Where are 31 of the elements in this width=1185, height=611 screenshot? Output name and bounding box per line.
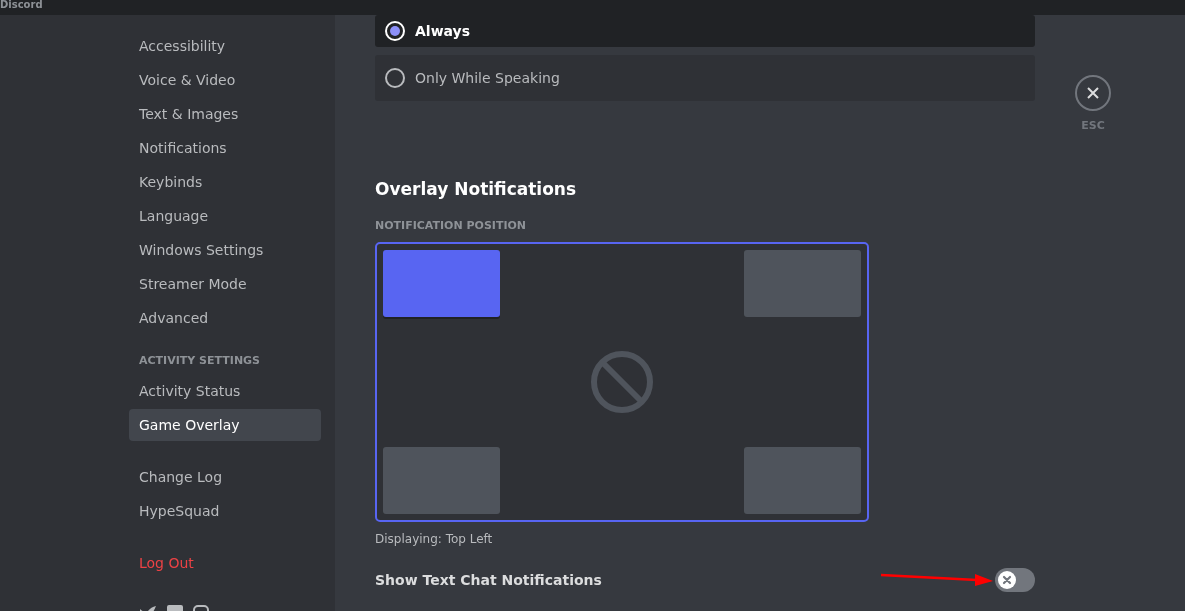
toggle-switch[interactable] xyxy=(995,568,1035,592)
sidebar-item[interactable]: Streamer Mode xyxy=(129,268,321,300)
sidebar-item[interactable]: Language xyxy=(129,200,321,232)
sidebar-item[interactable]: Text & Images xyxy=(129,98,321,130)
status-text: Displaying: Top Left xyxy=(375,532,494,546)
sidebar-item[interactable]: Advanced xyxy=(129,302,321,334)
position-slot[interactable] xyxy=(383,250,500,317)
section-header: ACTIVITY SETTINGS xyxy=(138,353,262,369)
position-slot[interactable] xyxy=(744,250,861,317)
radio-label: Always xyxy=(415,23,471,39)
sidebar-item[interactable]: Game Overlay xyxy=(129,409,321,441)
sidebar-item[interactable]: Accessibility xyxy=(129,30,321,62)
section-title: Overlay Notifications xyxy=(375,179,578,199)
position-slot[interactable] xyxy=(744,447,861,514)
sidebar-item[interactable]: Voice & Video xyxy=(129,64,321,96)
radio-option[interactable]: Always xyxy=(375,15,1035,47)
sidebar-item[interactable]: Windows Settings xyxy=(129,234,321,266)
sidebar-item[interactable]: Notifications xyxy=(129,132,321,164)
field-label: NOTIFICATION POSITION xyxy=(375,219,528,232)
window-title: Discord xyxy=(0,0,43,11)
x-icon xyxy=(1002,575,1012,585)
sidebar-item[interactable]: Change Log xyxy=(129,461,321,493)
close-icon[interactable] xyxy=(1075,75,1111,111)
radio-label: Only While Speaking xyxy=(415,70,560,86)
position-slot[interactable] xyxy=(383,447,500,514)
sidebar-item[interactable]: Activity Status xyxy=(129,375,321,407)
esc-label: ESC xyxy=(1081,119,1105,132)
sidebar-item[interactable]: Keybinds xyxy=(129,166,321,198)
sidebar-item[interactable]: HypeSquad xyxy=(129,495,321,527)
toggle-label: Show Text Chat Notifications xyxy=(375,572,603,588)
radio-option[interactable]: Only While Speaking xyxy=(375,55,1035,101)
